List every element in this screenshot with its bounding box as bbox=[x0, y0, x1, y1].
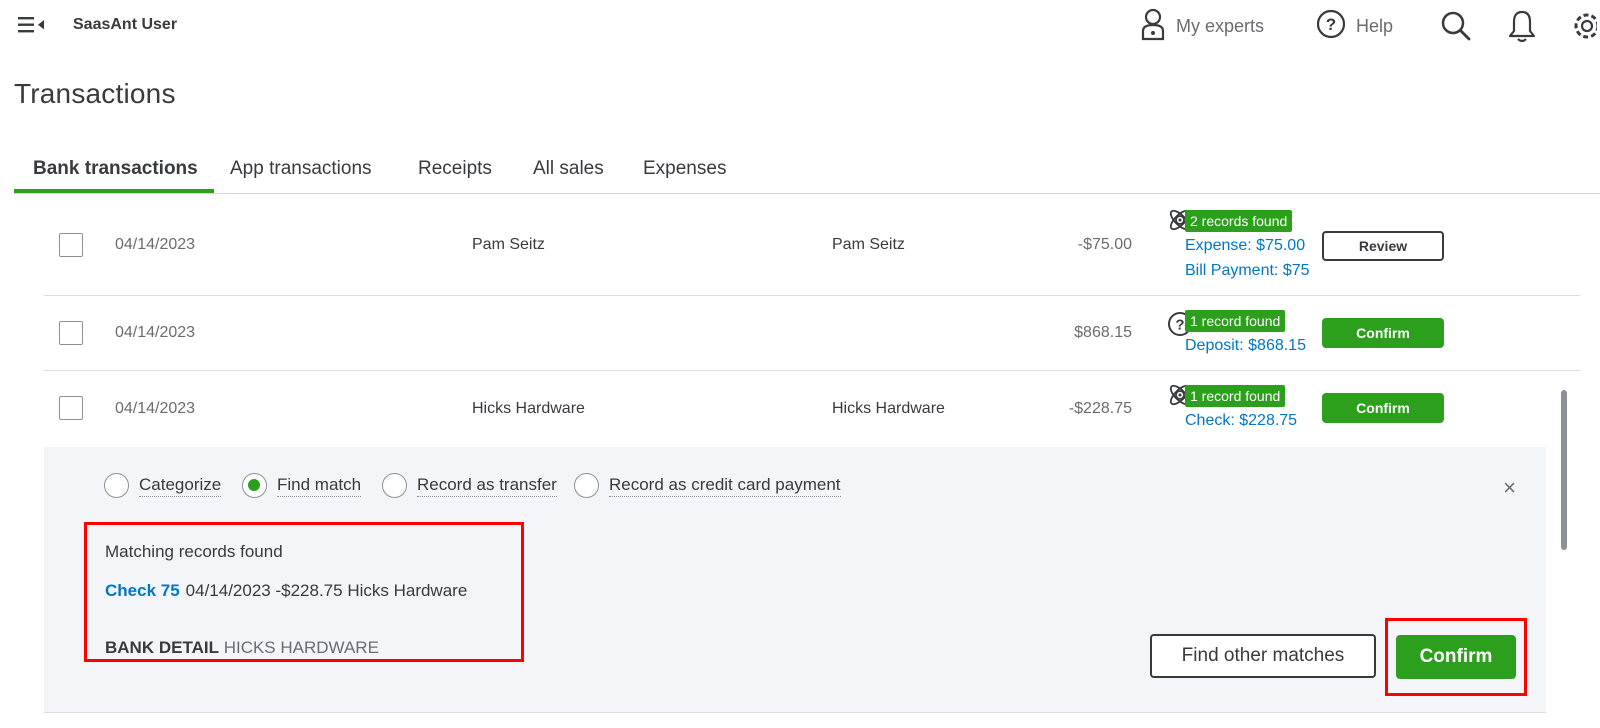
top-bar: SaasAnt User My experts ? Help bbox=[0, 0, 1600, 52]
matching-record-details: 04/14/2023 -$228.75 Hicks Hardware bbox=[185, 581, 468, 600]
match-link-check[interactable]: Check: $228.75 bbox=[1185, 412, 1311, 430]
table-row[interactable]: 04/14/2023 $868.15 ? 1 record found Depo… bbox=[44, 296, 1580, 371]
table-row[interactable]: 04/14/2023 Hicks Hardware Hicks Hardware… bbox=[44, 371, 1580, 447]
match-link-deposit[interactable]: Deposit: $868.15 bbox=[1185, 337, 1311, 355]
radio-record-transfer[interactable] bbox=[382, 473, 407, 498]
menu-collapse-icon[interactable] bbox=[16, 12, 46, 38]
table-row[interactable]: 04/14/2023 Pam Seitz Pam Seitz -$75.00 2… bbox=[44, 195, 1580, 296]
row-date: 04/14/2023 bbox=[115, 400, 196, 417]
bank-detail-label: BANK DETAIL bbox=[105, 638, 219, 657]
confirm-match-button[interactable]: Confirm bbox=[1396, 635, 1516, 679]
option-label: Categorize bbox=[139, 475, 222, 497]
records-found-badge: 1 record found bbox=[1185, 310, 1286, 332]
radio-categorize[interactable] bbox=[104, 473, 129, 498]
option-find-match[interactable]: Find match bbox=[242, 473, 362, 498]
bank-detail: BANK DETAIL HICKS HARDWARE bbox=[105, 638, 379, 658]
tab-expenses[interactable]: Expenses bbox=[643, 158, 726, 180]
option-label: Record as credit card payment bbox=[609, 475, 841, 497]
bell-icon[interactable] bbox=[1508, 6, 1536, 46]
row-payee: Pam Seitz bbox=[472, 236, 545, 253]
matching-records-title: Matching records found bbox=[105, 542, 283, 561]
find-other-matches-button[interactable]: Find other matches bbox=[1150, 634, 1376, 678]
help-button[interactable]: ? Help bbox=[1316, 6, 1393, 46]
radio-find-match[interactable] bbox=[242, 473, 267, 498]
match-link-expense[interactable]: Expense: $75.00 bbox=[1185, 237, 1311, 255]
company-name: SaasAnt User bbox=[73, 16, 178, 33]
records-found-badge: 2 records found bbox=[1185, 210, 1293, 232]
gear-icon[interactable] bbox=[1573, 6, 1597, 46]
option-record-transfer[interactable]: Record as transfer bbox=[382, 473, 557, 498]
search-icon[interactable] bbox=[1440, 6, 1472, 46]
row-description: Pam Seitz bbox=[832, 236, 905, 253]
option-label: Record as transfer bbox=[417, 475, 557, 497]
help-label: Help bbox=[1356, 15, 1394, 36]
page-title: Transactions bbox=[14, 78, 176, 109]
active-tab-indicator bbox=[14, 189, 214, 193]
match-link-bill-payment[interactable]: Bill Payment: $75.00 bbox=[1185, 262, 1311, 280]
records-found-badge: 1 record found bbox=[1185, 385, 1286, 407]
row-checkbox[interactable] bbox=[59, 321, 83, 345]
bank-detail-value: HICKS HARDWARE bbox=[223, 638, 379, 657]
my-experts-label: My experts bbox=[1176, 15, 1265, 36]
svg-text:?: ? bbox=[1326, 15, 1336, 34]
confirm-highlight: Confirm bbox=[1385, 618, 1527, 696]
row-checkbox[interactable] bbox=[59, 396, 83, 420]
tab-bar: Bank transactions App transactions Recei… bbox=[14, 150, 1600, 194]
row-date: 04/14/2023 bbox=[115, 236, 196, 253]
tab-app-transactions[interactable]: App transactions bbox=[230, 158, 372, 180]
row-amount: -$228.75 bbox=[1068, 400, 1132, 417]
tab-all-sales[interactable]: All sales bbox=[533, 158, 604, 180]
matching-record: Check 75 04/14/2023 -$228.75 Hicks Hardwa… bbox=[105, 581, 467, 601]
help-icon: ? bbox=[1316, 9, 1346, 44]
row-date: 04/14/2023 bbox=[115, 324, 196, 341]
person-icon bbox=[1140, 7, 1166, 46]
row-payee: Hicks Hardware bbox=[472, 400, 585, 417]
my-experts-button[interactable]: My experts bbox=[1140, 6, 1264, 46]
match-panel: Categorize Find match Record as transfer… bbox=[44, 447, 1546, 713]
row-description: Hicks Hardware bbox=[832, 400, 945, 417]
matching-record-link[interactable]: Check 75 bbox=[105, 581, 180, 600]
tab-bank-transactions[interactable]: Bank transactions bbox=[33, 158, 198, 180]
option-label: Find match bbox=[277, 475, 362, 497]
option-record-credit-card-payment[interactable]: Record as credit card payment bbox=[574, 473, 841, 498]
scrollbar[interactable] bbox=[1561, 390, 1567, 550]
row-checkbox[interactable] bbox=[59, 233, 83, 257]
option-categorize[interactable]: Categorize bbox=[104, 473, 222, 498]
matching-records-highlight: Matching records found Check 75 04/14/202… bbox=[84, 522, 524, 662]
row-amount: -$75.00 bbox=[1077, 236, 1132, 253]
confirm-button[interactable]: Confirm bbox=[1322, 318, 1444, 348]
tab-receipts[interactable]: Receipts bbox=[418, 158, 492, 180]
svg-text:?: ? bbox=[1175, 317, 1184, 334]
review-button[interactable]: Review bbox=[1322, 231, 1444, 261]
row-amount: $868.15 bbox=[1074, 324, 1132, 341]
radio-record-credit-card-payment[interactable] bbox=[574, 473, 599, 498]
close-icon[interactable]: × bbox=[1503, 477, 1516, 499]
confirm-button[interactable]: Confirm bbox=[1322, 393, 1444, 423]
